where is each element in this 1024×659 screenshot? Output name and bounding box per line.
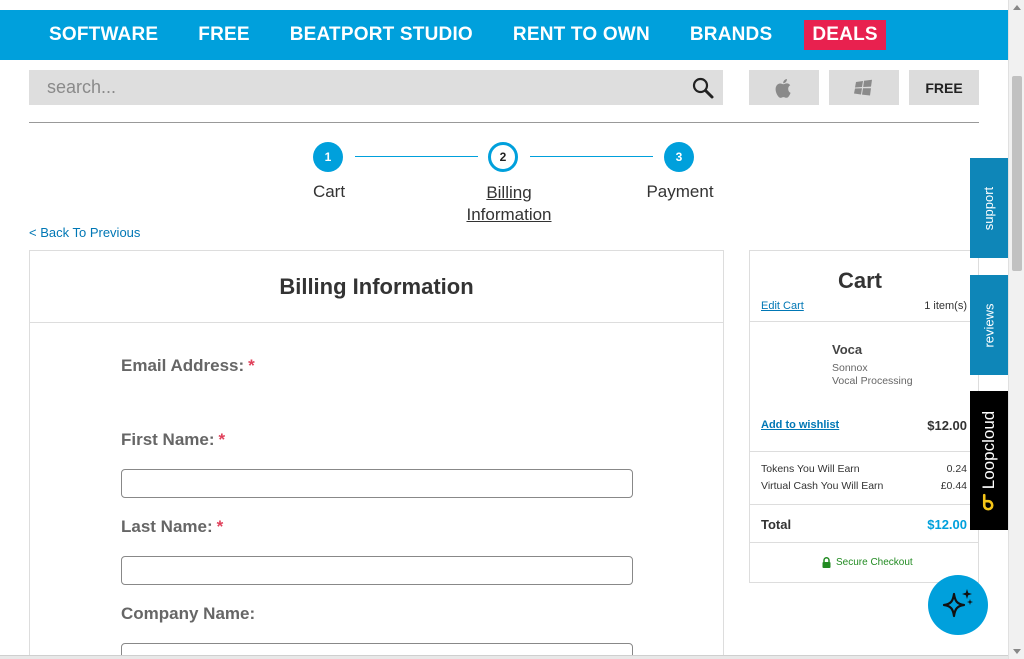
horizontal-scrollbar	[0, 655, 1008, 659]
virtual-cash-value: £0.44	[940, 480, 967, 492]
secure-checkout-label: Secure Checkout	[836, 557, 913, 568]
cart-item-count: 1 item(s)	[924, 300, 967, 312]
step-1-label[interactable]: Cart	[289, 182, 369, 202]
billing-panel: Billing Information Email Address: * Firs…	[29, 250, 724, 659]
divider	[750, 542, 978, 543]
cart-summary-panel: Cart Edit Cart 1 item(s) Voca Sonnox Voc…	[749, 250, 979, 583]
sparkle-icon	[942, 589, 973, 618]
apple-icon	[775, 78, 791, 98]
windows-icon	[854, 79, 872, 95]
edit-cart-link[interactable]: Edit Cart	[761, 300, 804, 312]
scroll-up-arrow-icon[interactable]	[1013, 5, 1021, 10]
last-name-field[interactable]	[121, 556, 633, 585]
step-2-circle: 2	[488, 142, 518, 172]
step-connector	[530, 156, 653, 157]
billing-title: Billing Information	[30, 251, 723, 323]
nav-free[interactable]: FREE	[198, 24, 249, 46]
nav-brands[interactable]: BRANDS	[690, 24, 772, 46]
nav-deals[interactable]: DEALS	[804, 20, 886, 50]
product-brand: Sonnox	[832, 362, 868, 374]
loopcloud-label: Loopcloud	[979, 410, 998, 489]
first-name-label: First Name: *	[121, 430, 226, 449]
email-label: Email Address: *	[121, 356, 255, 375]
reviews-tab[interactable]: reviews	[970, 275, 1008, 375]
search-icon[interactable]	[691, 76, 715, 100]
reviews-tab-label: reviews	[981, 302, 997, 348]
required-mark: *	[218, 430, 226, 449]
step-2-label: Billing Information	[466, 183, 552, 224]
add-to-wishlist-link[interactable]: Add to wishlist	[761, 419, 839, 431]
company-name-label: Company Name:	[121, 604, 256, 623]
divider	[750, 321, 978, 322]
virtual-cash-label: Virtual Cash You Will Earn	[761, 480, 884, 492]
lock-icon	[822, 557, 831, 568]
checkout-page: SOFTWARE FREE BEATPORT STUDIO RENT TO OW…	[0, 0, 1024, 659]
total-label: Total	[761, 517, 792, 532]
support-tab[interactable]: support	[970, 158, 1008, 258]
virtual-cash-row: Virtual Cash You Will Earn £0.44	[761, 480, 967, 492]
step-3-circle: 3	[664, 142, 694, 172]
secure-checkout-button[interactable]: Secure Checkout	[822, 557, 913, 568]
tokens-row: Tokens You Will Earn 0.24	[761, 463, 967, 475]
step-1-circle[interactable]: 1	[313, 142, 343, 172]
step-3-label: Payment	[646, 182, 714, 201]
product-category: Vocal Processing	[832, 375, 913, 387]
top-nav-bar: SOFTWARE FREE BEATPORT STUDIO RENT TO OW…	[0, 10, 1008, 60]
divider	[750, 504, 978, 505]
required-mark: *	[216, 517, 224, 536]
product-price: $12.00	[927, 418, 967, 433]
windows-filter-button[interactable]	[829, 70, 899, 105]
mac-filter-button[interactable]	[749, 70, 819, 105]
nav-software[interactable]: SOFTWARE	[49, 24, 158, 46]
ai-assistant-button[interactable]	[928, 575, 988, 635]
total-value: $12.00	[927, 517, 967, 532]
step-connector	[355, 156, 478, 157]
free-filter-button[interactable]: FREE	[909, 70, 979, 105]
loopcloud-tab[interactable]: Loopcloud	[970, 391, 1008, 530]
vertical-scrollbar[interactable]	[1008, 0, 1024, 659]
search-bar	[29, 70, 723, 105]
cart-title: Cart	[837, 268, 882, 293]
scroll-down-arrow-icon[interactable]	[1013, 649, 1021, 654]
required-mark: *	[248, 356, 255, 375]
first-name-field[interactable]	[121, 469, 633, 498]
scroll-thumb[interactable]	[1012, 76, 1022, 271]
loopcloud-logo-icon	[982, 493, 994, 511]
tokens-label: Tokens You Will Earn	[761, 463, 860, 475]
last-name-label: Last Name: *	[121, 517, 224, 536]
search-input[interactable]	[29, 77, 669, 98]
divider	[750, 451, 978, 452]
tokens-value: 0.24	[946, 463, 967, 475]
nav-rent-to-own[interactable]: RENT TO OWN	[513, 24, 650, 46]
nav-beatport-studio[interactable]: BEATPORT STUDIO	[290, 24, 473, 46]
header-divider	[29, 122, 979, 123]
support-tab-label: support	[981, 186, 997, 230]
back-to-previous-link[interactable]: < Back To Previous	[29, 225, 140, 240]
product-name[interactable]: Voca	[832, 342, 862, 357]
